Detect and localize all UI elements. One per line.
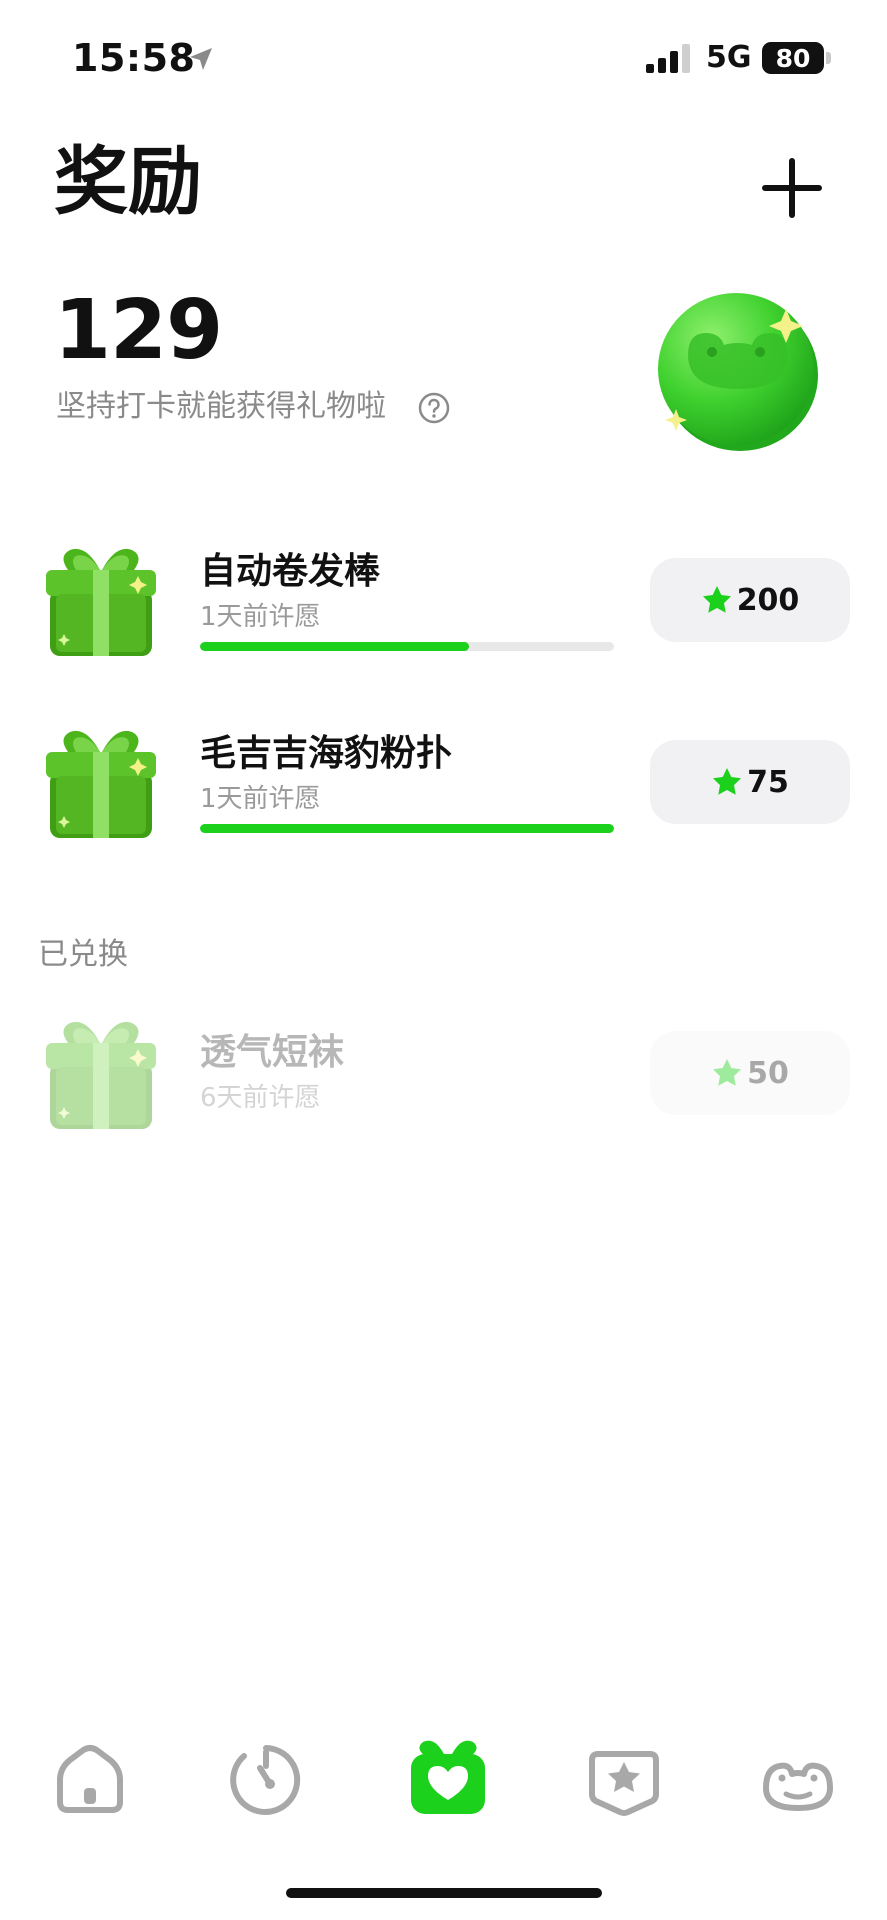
reward-progress-bar (200, 824, 614, 833)
home-icon[interactable] (50, 1740, 130, 1820)
reward-item[interactable]: 自动卷发棒 1天前许愿 200 (0, 540, 887, 680)
gift-icon (46, 1021, 156, 1129)
reward-item[interactable]: 毛吉吉海豹粉扑 1天前许愿 75 (0, 722, 887, 862)
redeem-button[interactable]: 200 (650, 558, 850, 642)
home-indicator (286, 1888, 602, 1898)
reward-name: 自动卷发棒 (200, 551, 381, 592)
signal-strength-icon (646, 44, 690, 73)
redeemed-item[interactable]: 透气短袜 6天前许愿 50 (0, 1013, 887, 1153)
timer-icon[interactable] (226, 1740, 306, 1820)
star-icon (713, 1059, 742, 1086)
gift-icon (46, 730, 156, 838)
status-time: 15:58 (72, 36, 196, 80)
reward-time: 1天前许愿 (200, 784, 321, 814)
redeemed-section-label: 已兑换 (38, 937, 128, 972)
frog-coin-icon (658, 293, 818, 451)
question-circle-icon[interactable] (418, 392, 450, 424)
star-icon (702, 586, 731, 613)
battery-cap (826, 52, 831, 64)
reward-name: 毛吉吉海豹粉扑 (200, 733, 453, 774)
plus-icon[interactable] (760, 156, 824, 220)
reward-progress-fill (200, 824, 614, 833)
redeem-button[interactable]: 75 (650, 740, 850, 824)
network-type: 5G (706, 40, 752, 75)
location-arrow-icon (190, 48, 212, 70)
reward-name: 透气短袜 (200, 1032, 345, 1073)
reward-cost: 200 (736, 582, 800, 618)
gift-heart-icon[interactable] (403, 1730, 493, 1820)
battery-indicator: 80 (762, 42, 824, 74)
reward-progress-bar (200, 642, 614, 651)
star-icon (713, 768, 742, 795)
star-badge-icon[interactable] (584, 1740, 664, 1820)
reward-cost: 50 (747, 1055, 789, 1091)
reward-cost: 75 (747, 764, 789, 800)
redeemed-cost-button: 50 (650, 1031, 850, 1115)
page-title: 奖励 (54, 139, 202, 225)
points-total: 129 (54, 283, 223, 378)
gift-icon (46, 548, 156, 656)
reward-time: 1天前许愿 (200, 602, 321, 632)
reward-time: 6天前许愿 (200, 1083, 321, 1113)
frog-icon[interactable] (758, 1740, 838, 1820)
points-subtitle: 坚持打卡就能获得礼物啦 (56, 389, 386, 424)
reward-progress-fill (200, 642, 470, 651)
